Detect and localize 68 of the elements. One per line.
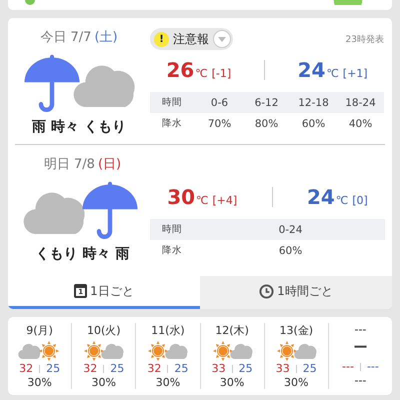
low-temperature: 24 [298,58,326,82]
low-temperature: 25 [46,362,60,375]
clock-icon [259,284,274,298]
high-temperature: 32 [19,362,34,375]
weather-label: くもり 時々 雨 [36,245,130,263]
unit-label: ℃ [326,67,339,80]
high-temperature: 33 [276,362,290,375]
precipitation-label: 30% [284,376,308,389]
table-cell-text: 60% [278,244,304,256]
high-temperature: --- [342,360,354,373]
temperature-change: [+1] [342,67,368,80]
unit-label: ℃ [336,194,348,207]
date-label: 9(月) [26,323,53,338]
table-cell-text: 降水 [161,117,183,130]
date-label: 今日 7/7 [40,30,92,45]
table-cell-text: 6-12 [254,96,280,108]
date-label: 13(金) [279,323,314,338]
table-cell-text: 0-24 [278,224,304,236]
weekday-label: (土) [94,30,118,45]
table-cell-text: 18-24 [344,96,377,108]
temperature-change: [-1] [212,67,232,80]
warning-icon: ! [154,32,169,46]
high-temperature: 33 [212,362,226,375]
table-cell-text: 80% [254,118,280,130]
precipitation-label: 30% [92,376,116,389]
sun-icon [274,339,299,361]
table-cell-text: 降水 [161,244,183,257]
temperature-change: [0] [352,194,368,207]
high-temperature: 30 [167,185,196,209]
high-temperature: 32 [147,362,162,375]
low-temperature: 24 [306,185,335,209]
weather-label: ー [353,339,368,357]
high-temperature: 32 [83,362,98,375]
table-cell-text: 60% [300,118,326,130]
low-temperature: 25 [174,362,188,375]
unit-label: ℃ [196,194,208,207]
table-cell-text: 12-18 [297,96,330,108]
weekday-label: (日) [98,157,122,172]
table-cell-text: 時間 [161,223,183,236]
precipitation-label: 30% [220,376,244,389]
sun-icon [210,339,235,361]
low-temperature: 25 [302,362,317,375]
date-label: --- [354,323,366,336]
precipitation-label: --- [354,374,366,387]
precipitation-label: 30% [27,376,52,389]
table-cell-text: 40% [348,118,374,130]
unit-label: ℃ [195,67,208,80]
dropdown-icon [213,30,231,48]
sun-icon [82,339,106,361]
issued-time: 23時発表 [346,34,384,46]
table-cell-text: 70% [206,118,232,130]
sun-icon [37,339,62,361]
date-label: 11(水) [151,323,185,338]
date-label: 明日 7/8 [44,157,95,172]
low-temperature: 25 [238,362,253,375]
sun-icon [146,339,170,361]
weather-label: 雨 時々 くもり [32,118,126,136]
warning-button[interactable]: ! 注意報 [150,28,233,50]
low-temperature: --- [366,360,379,373]
table-cell-text: 0-6 [210,96,230,108]
low-temperature: 25 [110,362,124,375]
temperature-change: [+4] [212,194,238,207]
table-cell-text: 時間 [161,96,183,109]
date-label: 10(火) [86,323,121,338]
tab[interactable]: 1時間ごと [200,276,392,309]
date-label: 12(木) [215,323,249,338]
high-temperature: 26 [166,58,194,82]
precipitation-label: 30% [156,376,180,389]
